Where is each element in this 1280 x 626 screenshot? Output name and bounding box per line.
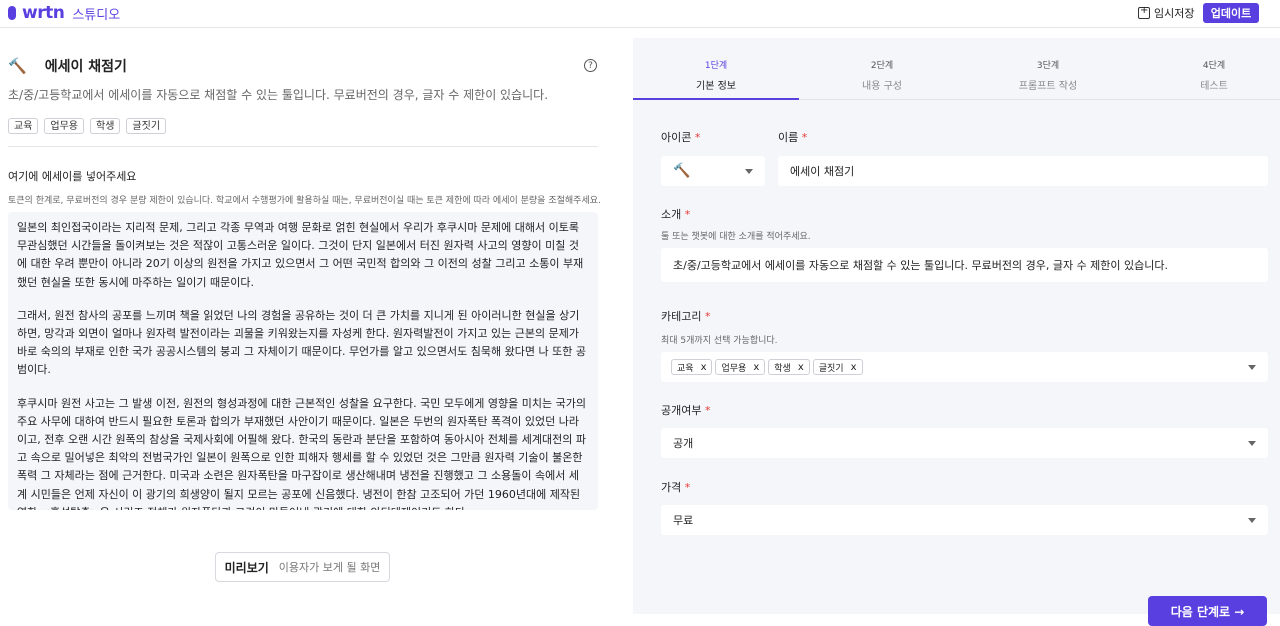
tab-step-4[interactable]: 4단계 테스트 bbox=[1131, 58, 1280, 92]
temp-save-label: 임시저장 bbox=[1154, 7, 1195, 20]
divider bbox=[8, 146, 598, 147]
category-chip: 업무용 x bbox=[715, 359, 766, 375]
studio-label: 스튜디오 bbox=[72, 7, 121, 23]
tag: 글짓기 bbox=[126, 118, 167, 134]
icon-field-label: 아이콘 * bbox=[661, 129, 700, 145]
category-chip: 글짓기 x bbox=[812, 359, 863, 375]
name-field-label: 이름 * bbox=[778, 129, 807, 145]
step-tabs: 1단계 기본 정보 2단계 내용 구성 3단계 프롬프트 작성 4단계 테스트 bbox=[633, 38, 1280, 100]
category-select[interactable]: 교육 x 업무용 x 학생 x 글짓기 x bbox=[661, 352, 1268, 382]
temp-save-button[interactable]: 임시저장 bbox=[1138, 5, 1194, 21]
step-name: 프롬프트 작성 bbox=[1018, 81, 1078, 92]
category-label-text: 카테고리 bbox=[661, 310, 702, 323]
step-name: 테스트 bbox=[1200, 81, 1228, 92]
chevron-down-icon bbox=[1248, 441, 1256, 446]
hammer-icon: 🔨 bbox=[8, 57, 27, 75]
required-mark: * bbox=[704, 404, 711, 417]
visibility-value: 공개 bbox=[673, 437, 694, 450]
intro-hint: 툴 또는 챗봇에 대한 소개를 적어주세요. bbox=[661, 232, 811, 242]
category-chip: 학생 x bbox=[768, 359, 810, 375]
top-bar: wrtn 스튜디오 임시저장 업데이트 bbox=[0, 0, 1280, 28]
required-mark: * bbox=[801, 131, 808, 144]
preview-panel: 🔨 에세이 채점기 ? 초/중/고등학교에서 에세이를 자동으로 채점할 수 있… bbox=[0, 28, 633, 614]
price-label-text: 가격 bbox=[661, 481, 682, 494]
price-select[interactable]: 무료 bbox=[661, 505, 1268, 535]
name-label-text: 이름 bbox=[778, 131, 799, 144]
intro-input[interactable]: 초/중/고등학교에서 에세이를 자동으로 채점할 수 있는 툴입니다. 무료버전… bbox=[661, 248, 1268, 282]
visibility-select[interactable]: 공개 bbox=[661, 428, 1268, 458]
hammer-icon: 🔨 bbox=[673, 163, 691, 179]
preview-label: 미리보기 bbox=[224, 560, 269, 575]
logo[interactable]: wrtn 스튜디오 bbox=[8, 3, 120, 23]
icon-select[interactable]: 🔨 bbox=[661, 156, 765, 186]
chip-label: 학생 bbox=[774, 363, 791, 374]
intro-field-label: 소개 * bbox=[661, 206, 690, 222]
chip-label: 글짓기 bbox=[818, 363, 844, 374]
essay-input-hint: 토큰의 한계로, 무료버전의 경우 분량 제한이 있습니다. 학교에서 수행평가… bbox=[8, 196, 601, 206]
help-icon[interactable]: ? bbox=[584, 59, 597, 72]
required-mark: * bbox=[704, 310, 711, 323]
chip-remove-icon[interactable]: x bbox=[753, 362, 759, 373]
step-number: 4단계 bbox=[1202, 61, 1226, 71]
category-field-label: 카테고리 * bbox=[661, 308, 710, 324]
essay-paragraph: 그래서, 원전 참사의 공포를 느끼며 책을 읽었던 나의 경험을 공유하는 것… bbox=[17, 308, 586, 377]
chevron-down-icon bbox=[1248, 365, 1256, 370]
step-number: 1단계 bbox=[704, 61, 728, 71]
required-mark: * bbox=[684, 208, 691, 221]
chip-remove-icon[interactable]: x bbox=[701, 362, 707, 373]
step-name: 기본 정보 bbox=[696, 81, 736, 92]
required-mark: * bbox=[684, 481, 691, 494]
tool-tags: 교육 업무용 학생 글짓기 bbox=[8, 118, 167, 134]
chip-label: 교육 bbox=[677, 363, 694, 374]
active-step-indicator bbox=[633, 98, 799, 100]
chip-label: 업무용 bbox=[721, 363, 747, 374]
logo-wordmark: wrtn bbox=[22, 3, 65, 23]
essay-textarea[interactable]: 일본의 최인접국이라는 지리적 문제, 그리고 각종 무역과 여행 문화로 얽힌… bbox=[8, 212, 598, 510]
name-input[interactable]: 에세이 채점기 bbox=[778, 156, 1268, 186]
tool-title: 에세이 채점기 bbox=[44, 59, 127, 75]
chip-remove-icon[interactable]: x bbox=[798, 362, 804, 373]
tab-step-3[interactable]: 3단계 프롬프트 작성 bbox=[965, 58, 1131, 92]
preview-button[interactable]: 미리보기 이용자가 보게 될 화면 bbox=[215, 552, 390, 582]
required-mark: * bbox=[694, 131, 701, 144]
tag: 학생 bbox=[90, 118, 121, 134]
chevron-down-icon bbox=[745, 169, 753, 174]
step-number: 3단계 bbox=[1036, 61, 1060, 71]
category-chip: 교육 x bbox=[671, 359, 713, 375]
tab-step-1[interactable]: 1단계 기본 정보 bbox=[633, 58, 799, 92]
price-field-label: 가격 * bbox=[661, 479, 690, 495]
update-button[interactable]: 업데이트 bbox=[1203, 3, 1259, 23]
chevron-down-icon bbox=[1248, 518, 1256, 523]
tool-description: 초/중/고등학교에서 에세이를 자동으로 채점할 수 있는 툴입니다. 무료버전… bbox=[8, 88, 549, 102]
preview-sub-label: 이용자가 보게 될 화면 bbox=[278, 561, 381, 574]
visibility-label-text: 공개여부 bbox=[661, 404, 702, 417]
essay-paragraph: 일본의 최인접국이라는 지리적 문제, 그리고 각종 무역과 여행 문화로 얽힌… bbox=[17, 221, 584, 289]
next-step-button[interactable]: 다음 단계로 → bbox=[1148, 596, 1267, 626]
tag: 교육 bbox=[8, 118, 39, 134]
step-number: 2단계 bbox=[870, 61, 894, 71]
category-hint: 최대 5개까지 선택 가능합니다. bbox=[661, 336, 778, 346]
essay-input-label: 여기에 에세이를 넣어주세요 bbox=[8, 170, 137, 183]
icon-label-text: 아이콘 bbox=[661, 131, 692, 144]
settings-panel: 1단계 기본 정보 2단계 내용 구성 3단계 프롬프트 작성 4단계 테스트 … bbox=[633, 38, 1280, 626]
tool-header: 🔨 에세이 채점기 bbox=[8, 56, 127, 76]
step-name: 내용 구성 bbox=[862, 81, 902, 92]
logo-mark-icon bbox=[8, 6, 16, 20]
tag: 업무용 bbox=[44, 118, 85, 134]
intro-label-text: 소개 bbox=[661, 208, 682, 221]
save-folder-icon bbox=[1138, 5, 1150, 19]
essay-paragraph: 후쿠시마 원전 사고는 그 발생 이전, 원전의 형성과정에 대한 근본적인 성… bbox=[17, 396, 586, 510]
visibility-field-label: 공개여부 * bbox=[661, 402, 710, 418]
price-value: 무료 bbox=[673, 514, 694, 527]
tab-step-2[interactable]: 2단계 내용 구성 bbox=[799, 58, 965, 92]
chip-remove-icon[interactable]: x bbox=[851, 362, 857, 373]
